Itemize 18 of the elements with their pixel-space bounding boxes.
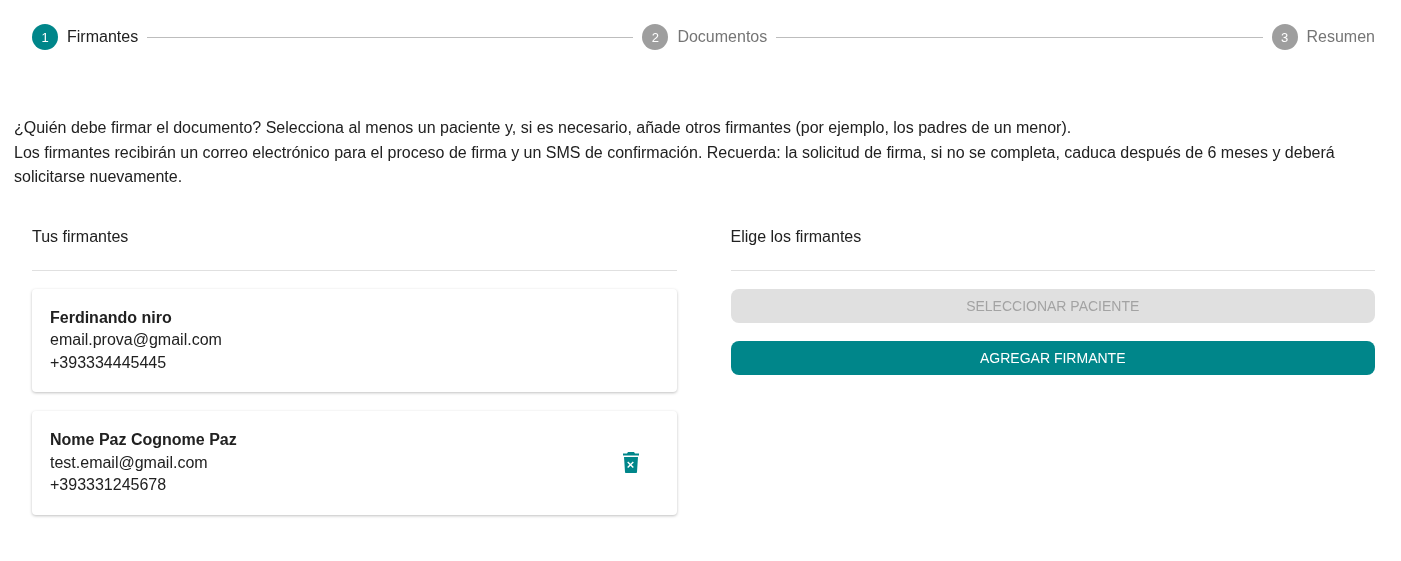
signer-email: email.prova@gmail.com	[50, 330, 222, 350]
delete-icon[interactable]	[622, 452, 639, 474]
intro-text: ¿Quién debe firmar el documento? Selecciona al menos un paciente y, si es necesario, añade otros firmantes (por ejemplo, los padres de un menor).	[14, 118, 1073, 138]
signer-name: Ferdinando niro	[50, 307, 173, 328]
signer-email: test.email@gmail.com	[50, 452, 209, 473]
signer-phone: +393331245678	[50, 475, 168, 495]
step-number[interactable]: 1	[32, 24, 58, 50]
step-label[interactable]: Resumen	[1306, 28, 1375, 46]
step-label[interactable]: Firmantes	[67, 28, 139, 46]
step-number[interactable]: 3	[1271, 24, 1298, 50]
step-label[interactable]: Documentos	[677, 28, 768, 46]
intro-text: Los firmantes recibirán un correo electrónico para el proceso de firma y un SMS de confirmación. Recuerda: la solicitud de firma, si no se completa, caduca después de 6 meses y deberá solicitarse nuevamente.	[14, 142, 1336, 187]
section-title: Elige los firmantes	[730, 227, 863, 247]
add-signer-button[interactable]: AGREGAR FIRMANTE	[730, 340, 1375, 375]
step-number[interactable]: 2	[642, 24, 669, 50]
signer-name: Nome Paz Cognome Paz	[50, 430, 237, 450]
section-title: Tus firmantes	[32, 227, 130, 247]
signer-phone: +393334445445	[50, 352, 168, 373]
